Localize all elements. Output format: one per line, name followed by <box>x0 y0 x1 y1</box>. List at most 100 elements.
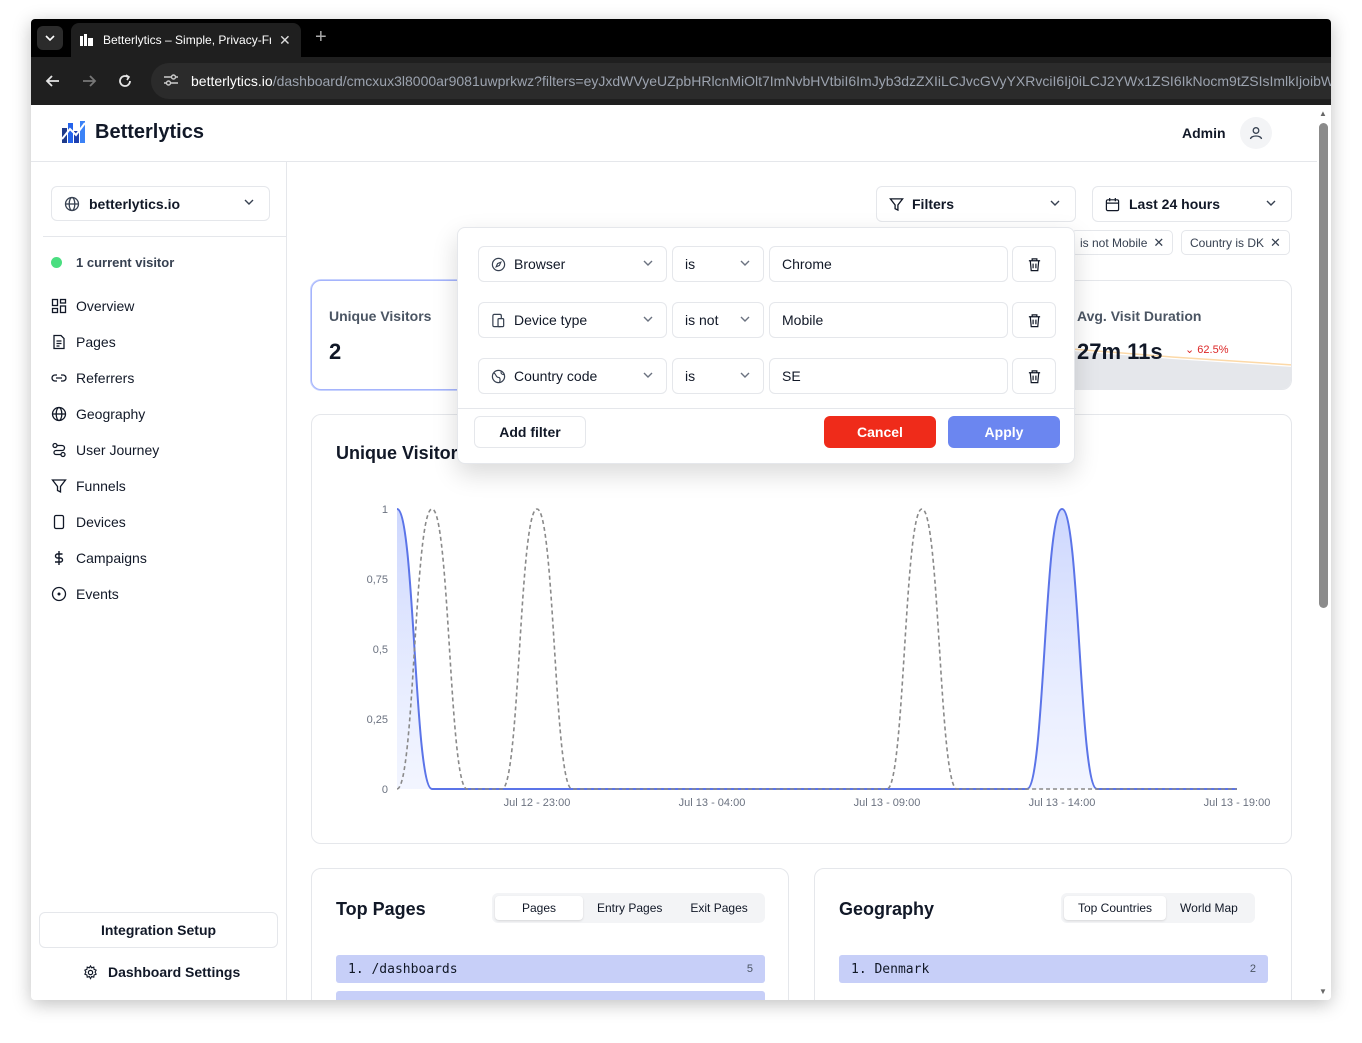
tab-pages[interactable]: Pages <box>495 896 583 920</box>
apply-button[interactable]: Apply <box>948 416 1060 448</box>
brand-logo[interactable]: Betterlytics <box>61 119 204 145</box>
filter-operator-select-1[interactable]: is <box>672 246 764 282</box>
filter-operator-select-2[interactable]: is not <box>672 302 764 338</box>
x-tick-label: Jul 13 - 09:00 <box>854 797 921 809</box>
sidebar-item-devices[interactable]: Devices <box>51 510 126 534</box>
scrollbar-thumb[interactable] <box>1319 123 1328 608</box>
chevron-down-icon <box>643 260 653 266</box>
site-info-icon[interactable] <box>163 73 179 90</box>
browser-tab[interactable]: Betterlytics – Simple, Privacy-Fri ✕ <box>71 23 301 57</box>
sidebar-item-geography[interactable]: Geography <box>51 402 145 426</box>
layout-grid-icon <box>51 298 67 314</box>
filter-operator-select-3[interactable]: is <box>672 358 764 394</box>
row-rank: 1. <box>348 961 364 977</box>
scroll-up-icon[interactable]: ▲ <box>1319 109 1327 118</box>
sidebar-item-label: Pages <box>76 334 116 350</box>
close-icon[interactable]: ✕ <box>1270 235 1281 251</box>
filter-column-select-2[interactable]: Device type <box>478 302 667 338</box>
filters-button[interactable]: Filters <box>876 186 1076 222</box>
site-name: betterlytics.io <box>89 195 181 212</box>
sidebar-item-campaigns[interactable]: Campaigns <box>51 546 147 570</box>
stat-value: 2 <box>329 339 342 364</box>
filter-value-input-3[interactable]: SE <box>769 358 1008 394</box>
filter-chip-device[interactable]: is not Mobile ✕ <box>1071 230 1174 255</box>
filter-column-label: Device type <box>514 312 588 328</box>
stat-card-unique-visitors[interactable]: Unique Visitors 2 <box>311 280 481 390</box>
filter-value-input-1[interactable]: Chrome <box>769 246 1008 282</box>
url-host: betterlytics.io <box>191 73 273 89</box>
add-filter-button[interactable]: Add filter <box>474 416 586 448</box>
delete-filter-button-1[interactable] <box>1012 246 1056 282</box>
delete-filter-button-2[interactable] <box>1012 302 1056 338</box>
filter-column-select-1[interactable]: Browser <box>478 246 667 282</box>
filter-popup: Browser is Chrome Device type is not Mob… <box>457 227 1076 464</box>
sidebar-item-user-journey[interactable]: User Journey <box>51 438 159 462</box>
table-row[interactable] <box>336 991 765 1000</box>
tab-search-button[interactable] <box>37 26 63 50</box>
filter-chip-country[interactable]: Country is DK ✕ <box>1181 230 1290 255</box>
sidebar-item-label: Campaigns <box>76 550 147 566</box>
integration-setup-button[interactable]: Integration Setup <box>39 912 278 948</box>
close-tab-icon[interactable]: ✕ <box>279 32 291 49</box>
avatar[interactable] <box>1240 117 1272 149</box>
site-selector[interactable]: betterlytics.io <box>51 186 270 221</box>
reload-icon[interactable] <box>113 69 137 93</box>
back-icon[interactable] <box>41 69 65 93</box>
brand-name: Betterlytics <box>95 120 204 143</box>
filter-chip-label: Country is DK <box>1190 235 1265 250</box>
date-range-label: Last 24 hours <box>1129 196 1221 212</box>
chevron-down-icon <box>643 372 653 378</box>
tab-world-map[interactable]: World Map <box>1166 896 1252 920</box>
table-row[interactable]: 1. Denmark 2 <box>839 955 1268 983</box>
divider <box>458 408 1076 409</box>
chevron-down-icon <box>1266 200 1276 206</box>
trash-icon <box>1028 313 1040 327</box>
url-field[interactable]: betterlytics.io/dashboard/cmcxux3l8000ar… <box>151 63 1331 99</box>
filter-column-label: Browser <box>514 256 566 272</box>
globe-icon <box>491 369 506 383</box>
sidebar-item-label: Events <box>76 586 119 602</box>
close-icon[interactable]: ✕ <box>1153 235 1164 251</box>
new-tab-button[interactable]: + <box>315 27 327 47</box>
filter-operator-label: is not <box>685 312 719 328</box>
x-tick-label: Jul 13 - 14:00 <box>1029 797 1096 809</box>
date-range-select[interactable]: Last 24 hours <box>1092 186 1292 222</box>
row-count: 2 <box>1249 963 1256 975</box>
trash-icon <box>1028 257 1040 271</box>
forward-icon[interactable] <box>77 69 101 93</box>
x-tick-label: Jul 13 - 04:00 <box>679 797 746 809</box>
chevron-down-icon <box>1050 200 1060 206</box>
chevron-down-icon <box>643 316 653 322</box>
tab-exit-pages[interactable]: Exit Pages <box>676 896 761 920</box>
filter-value-input-2[interactable]: Mobile <box>769 302 1008 338</box>
geography-card: Geography Top Countries World Map 1. Den… <box>814 868 1292 1000</box>
tab-entry-pages[interactable]: Entry Pages <box>583 896 676 920</box>
trash-icon <box>1028 369 1040 383</box>
sidebar-item-funnels[interactable]: Funnels <box>51 474 126 498</box>
chevron-down-icon <box>740 316 750 322</box>
gear-icon <box>84 964 97 980</box>
sidebar-item-events[interactable]: Events <box>51 582 119 606</box>
sidebar: betterlytics.io 1 current visitor Overvi… <box>31 162 287 1000</box>
page: Betterlytics Admin ▲ ▼ betterlytics.io 1… <box>31 105 1331 1000</box>
funnel-icon <box>889 197 904 211</box>
top-pages-tabs: Pages Entry Pages Exit Pages <box>492 893 765 923</box>
address-bar: betterlytics.io/dashboard/cmcxux3l8000ar… <box>31 57 1331 105</box>
sidebar-item-overview[interactable]: Overview <box>51 294 134 318</box>
url-path: /dashboard/cmcxux3l8000ar9081uwprkwz?fil… <box>272 73 1331 89</box>
dashboard-settings-button[interactable]: Dashboard Settings <box>83 964 240 980</box>
table-row[interactable]: 1. /dashboards 5 <box>336 955 765 983</box>
scroll-down-icon[interactable]: ▼ <box>1319 987 1327 996</box>
y-tick-label: 0,5 <box>373 644 388 656</box>
route-icon <box>52 442 66 458</box>
chevron-down-icon <box>45 35 55 42</box>
sidebar-item-label: Devices <box>76 514 126 530</box>
filters-label: Filters <box>912 196 955 212</box>
filter-column-select-3[interactable]: Country code <box>478 358 667 394</box>
cancel-button[interactable]: Cancel <box>824 416 936 448</box>
sidebar-item-pages[interactable]: Pages <box>51 330 116 354</box>
sidebar-item-referrers[interactable]: Referrers <box>51 366 134 390</box>
row-rank: 1. <box>851 961 867 977</box>
tab-top-countries[interactable]: Top Countries <box>1064 896 1167 920</box>
delete-filter-button-3[interactable] <box>1012 358 1056 394</box>
